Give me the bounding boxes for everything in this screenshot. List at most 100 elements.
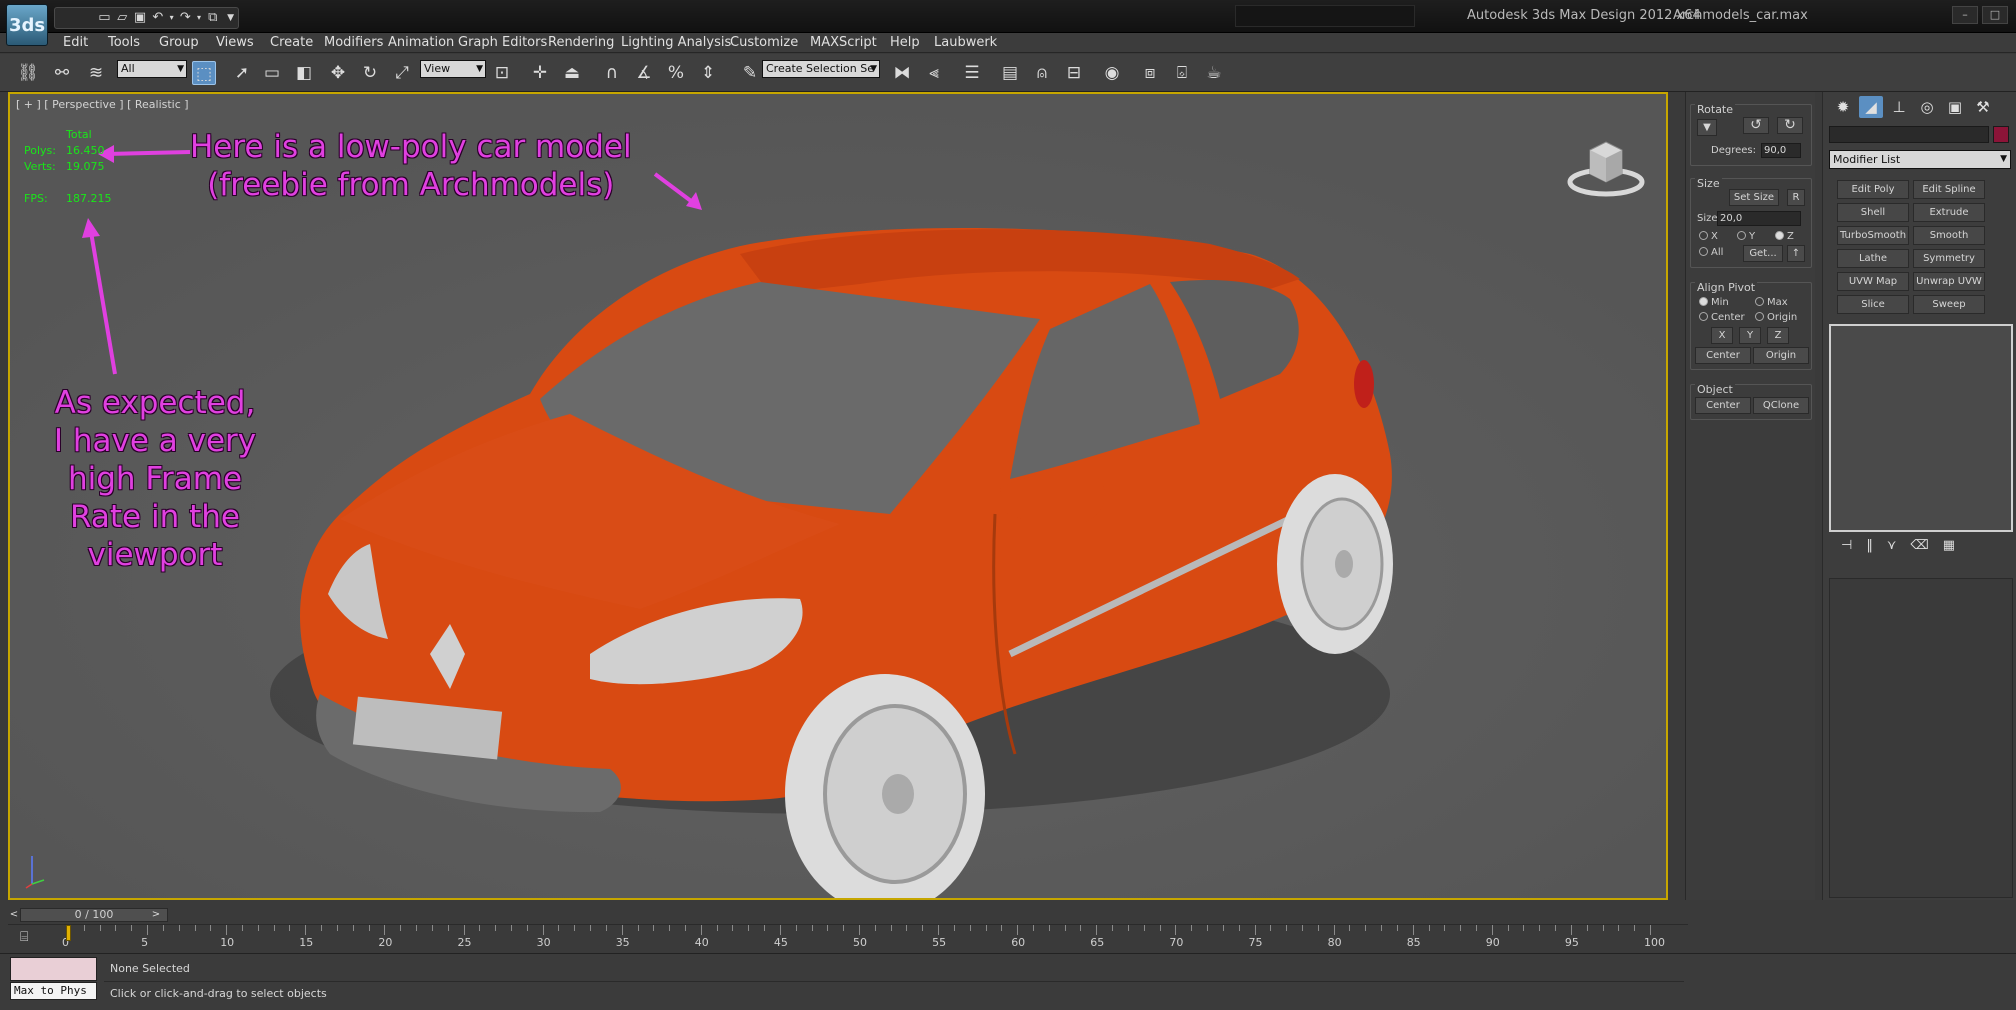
select-by-name-icon[interactable]: ➚ <box>230 61 254 85</box>
configure-modifier-sets-icon[interactable]: ▦ <box>1943 538 1955 558</box>
new-file-icon[interactable]: ▭ <box>97 10 112 26</box>
mirror-icon[interactable]: ⧓ <box>890 61 914 85</box>
select-and-rotate-icon[interactable]: ↻ <box>358 61 382 85</box>
sweep-button[interactable]: Sweep <box>1913 295 1985 314</box>
axis-y-radio[interactable]: Y <box>1737 231 1755 242</box>
trackbar[interactable]: ⌸ 0 5 10 15 20 25 30 35 40 45 50 55 60 65 70 75 80 85 90 95… <box>8 924 1688 952</box>
rendered-frame-window-icon[interactable]: ⌺ <box>1170 61 1194 85</box>
perspective-viewport[interactable]: [ + ] [ Perspective ] [ Realistic ] Tota… <box>8 92 1668 900</box>
maxscript-mini-listener[interactable]: Max to Phys <box>10 982 97 1000</box>
menu-laubwerk[interactable]: Laubwerk <box>934 35 997 50</box>
slice-button[interactable]: Slice <box>1837 295 1909 314</box>
extrude-button[interactable]: Extrude <box>1913 203 1985 222</box>
redo-icon[interactable]: ↷ <box>178 10 193 26</box>
graphite-tools-icon[interactable]: ▤ <box>998 61 1022 85</box>
menu-help[interactable]: Help <box>890 35 920 50</box>
pivot-y-button[interactable]: Y <box>1739 327 1761 344</box>
rotate-axis-dropdown[interactable]: ▼ <box>1697 119 1717 136</box>
pivot-center-button[interactable]: Center <box>1695 347 1751 364</box>
schematic-view-icon[interactable]: ⊟ <box>1062 61 1086 85</box>
snaps-toggle-icon[interactable]: ∩ <box>600 61 624 85</box>
edit-named-selection-icon[interactable]: ✎ <box>738 61 762 85</box>
symmetry-button[interactable]: Symmetry <box>1913 249 1985 268</box>
app-logo-button[interactable]: 3ds <box>6 4 48 46</box>
menu-maxscript[interactable]: MAXScript <box>810 35 877 50</box>
select-and-link-icon[interactable]: ⛓ <box>16 61 40 85</box>
pin-stack-icon[interactable]: ⊣ <box>1841 538 1852 558</box>
open-file-icon[interactable]: ▱ <box>115 10 130 26</box>
menu-views[interactable]: Views <box>216 35 254 50</box>
object-center-button[interactable]: Center <box>1695 397 1751 414</box>
object-name-field[interactable] <box>1829 126 1989 143</box>
viewport-label[interactable]: [ + ] [ Perspective ] [ Realistic ] <box>16 98 189 111</box>
spinner-snap-icon[interactable]: ⇕ <box>696 61 720 85</box>
window-crossing-icon[interactable]: ◧ <box>292 61 316 85</box>
menu-graph-editors[interactable]: Graph Editors <box>458 35 547 50</box>
pivot-min-radio[interactable]: Min <box>1699 297 1729 308</box>
rectangular-selection-icon[interactable]: ▭ <box>260 61 284 85</box>
utilities-tab-icon[interactable]: ⚒ <box>1971 96 1995 118</box>
select-object-icon[interactable]: ⬚ <box>192 61 216 85</box>
size-input[interactable]: 20,0 <box>1717 211 1801 226</box>
modifier-list-dropdown[interactable]: Modifier List ▼ <box>1829 150 2011 169</box>
unlink-selection-icon[interactable]: ⚯ <box>50 61 74 85</box>
pivot-x-button[interactable]: X <box>1711 327 1733 344</box>
save-file-icon[interactable]: ▣ <box>133 10 148 26</box>
quick-access-dropdown-icon[interactable]: ▼ <box>223 10 238 26</box>
qclone-button[interactable]: QClone <box>1753 397 1809 414</box>
axis-z-radio[interactable]: Z <box>1775 231 1794 242</box>
open-mini-curve-editor-icon[interactable]: ⌸ <box>20 929 28 945</box>
select-and-manipulate-icon[interactable]: ✛ <box>528 61 552 85</box>
modifier-stack-list[interactable] <box>1829 324 2013 532</box>
motion-tab-icon[interactable]: ◎ <box>1915 96 1939 118</box>
show-end-result-icon[interactable]: ‖ <box>1866 538 1873 558</box>
maximize-icon[interactable]: □ <box>1982 6 2008 24</box>
menu-create[interactable]: Create <box>270 35 313 50</box>
display-tab-icon[interactable]: ▣ <box>1943 96 1967 118</box>
edit-poly-button[interactable]: Edit Poly <box>1837 180 1909 199</box>
create-tab-icon[interactable]: ✹ <box>1831 96 1855 118</box>
render-production-icon[interactable]: ☕ <box>1202 61 1226 85</box>
undo-icon[interactable]: ↶ <box>150 10 165 26</box>
unwrap-uvw-button[interactable]: Unwrap UVW <box>1913 272 1985 291</box>
angle-snap-icon[interactable]: ∡ <box>632 61 656 85</box>
viewcube-icon[interactable] <box>1566 130 1646 200</box>
time-slider-thumb[interactable]: 0 / 100 <box>20 908 168 922</box>
align-icon[interactable]: ⫷ <box>922 61 946 85</box>
pivot-origin-button[interactable]: Origin <box>1753 347 1809 364</box>
pick-up-arrow-icon[interactable]: ↑ <box>1787 245 1805 262</box>
menu-edit[interactable]: Edit <box>63 35 88 50</box>
maxscript-listener-input[interactable] <box>10 957 97 981</box>
pivot-origin-radio[interactable]: Origin <box>1755 312 1797 323</box>
menu-animation[interactable]: Animation <box>388 35 454 50</box>
make-unique-icon[interactable]: ⋎ <box>1887 538 1897 558</box>
axis-all-radio[interactable]: All <box>1699 247 1723 258</box>
redo-dropdown-icon[interactable]: ▾ <box>196 10 203 26</box>
reset-size-button[interactable]: R <box>1787 189 1805 206</box>
render-setup-icon[interactable]: ⧈ <box>1138 61 1162 85</box>
keyboard-shortcut-override-icon[interactable]: ⏏ <box>560 61 584 85</box>
edit-spline-button[interactable]: Edit Spline <box>1913 180 1985 199</box>
select-and-move-icon[interactable]: ✥ <box>326 61 350 85</box>
time-slider-next-icon[interactable]: > <box>150 908 162 922</box>
get-size-button[interactable]: Get... <box>1743 245 1783 262</box>
object-color-swatch[interactable] <box>1993 126 2009 143</box>
rotate-cw-icon[interactable]: ↻ <box>1777 117 1803 134</box>
remove-modifier-icon[interactable]: ⌫ <box>1910 538 1928 558</box>
frame-ruler[interactable]: 0 5 10 15 20 25 30 35 40 45 50 55 60 65 70 75 80 85 90 95 10… <box>62 925 1682 953</box>
uvw-map-button[interactable]: UVW Map <box>1837 272 1909 291</box>
select-and-scale-icon[interactable]: ⤢ <box>390 61 414 85</box>
menu-rendering[interactable]: Rendering <box>548 35 614 50</box>
menu-modifiers[interactable]: Modifiers <box>324 35 383 50</box>
lathe-button[interactable]: Lathe <box>1837 249 1909 268</box>
set-size-button[interactable]: Set Size <box>1729 189 1779 206</box>
percent-snap-icon[interactable]: % <box>664 61 688 85</box>
material-editor-icon[interactable]: ◉ <box>1100 61 1124 85</box>
shell-button[interactable]: Shell <box>1837 203 1909 222</box>
reference-coordinate-dropdown[interactable]: View ▼ <box>420 60 486 78</box>
smooth-button[interactable]: Smooth <box>1913 226 1985 245</box>
layer-manager-icon[interactable]: ☰ <box>960 61 984 85</box>
current-frame-marker[interactable] <box>66 925 71 941</box>
undo-dropdown-icon[interactable]: ▾ <box>168 10 175 26</box>
project-folder-icon[interactable]: ⧉ <box>205 10 220 26</box>
